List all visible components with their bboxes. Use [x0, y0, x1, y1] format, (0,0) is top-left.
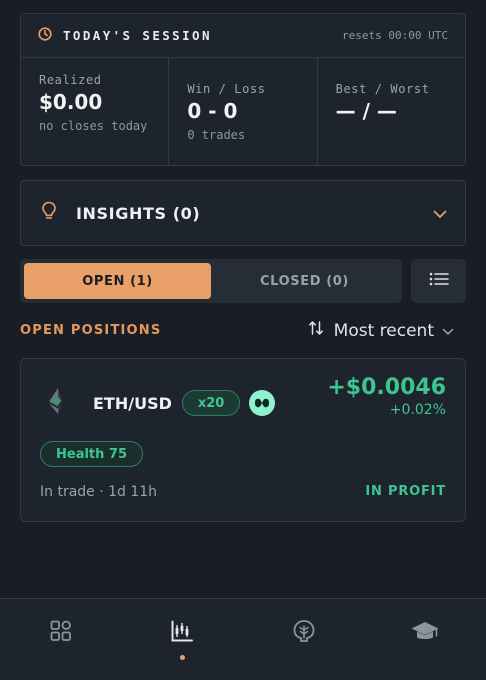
nav-dashboard[interactable]: [0, 599, 122, 680]
position-pnl: +$0.0046: [327, 375, 446, 400]
bestworst-value: — / —: [335, 99, 397, 123]
nav-tree[interactable]: [243, 599, 365, 680]
insights-title: INSIGHTS (0): [76, 203, 201, 223]
nav-active-indicator: [179, 655, 185, 660]
bottom-nav: [0, 598, 486, 680]
tab-closed[interactable]: CLOSED (0): [211, 263, 398, 299]
clock-icon: [38, 26, 52, 45]
realized-value: $0.00: [39, 90, 103, 114]
chart-icon: [170, 619, 194, 647]
trade-duration: In trade · 1d 11h: [40, 484, 158, 500]
position-status: IN PROFIT: [365, 484, 446, 499]
position-tabs: OPEN (1) CLOSED (0): [20, 259, 402, 303]
nav-learn[interactable]: [365, 599, 486, 680]
graduation-cap-icon: [410, 619, 440, 647]
realized-stat: Realized $0.00 no closes today: [21, 58, 170, 166]
tab-open[interactable]: OPEN (1): [24, 263, 211, 299]
list-view-button[interactable]: [411, 259, 466, 303]
nav-positions[interactable]: [122, 599, 244, 680]
eth-icon: [40, 385, 72, 421]
bestworst-stat: Best / Worst — / —: [318, 58, 465, 166]
session-title: TODAY'S SESSION: [63, 28, 212, 43]
session-resets: resets 00:00 UTC: [342, 29, 448, 42]
insights-panel[interactable]: INSIGHTS (0): [20, 180, 466, 246]
session-card: TODAY'S SESSION resets 00:00 UTC Realize…: [20, 13, 466, 166]
winloss-sub: 0 trades: [187, 128, 246, 142]
winloss-value: 0 - 0: [187, 99, 238, 123]
bestworst-label: Best / Worst: [335, 82, 430, 96]
winloss-label: Win / Loss: [187, 82, 266, 96]
sort-chevron-icon: [442, 321, 454, 341]
sort-icon: [308, 320, 324, 341]
chevron-down-icon[interactable]: [433, 204, 447, 223]
realized-sub: no closes today: [39, 119, 148, 133]
leverage-badge: x20: [181, 390, 241, 416]
list-icon: [429, 271, 449, 291]
lightbulb-icon: [41, 201, 57, 225]
health-badge: Health 75: [40, 441, 144, 467]
realized-label: Realized: [39, 73, 102, 87]
position-pair: ETH/USD: [93, 393, 172, 413]
venue-logo-icon: [249, 390, 276, 416]
tree-icon: [292, 619, 316, 647]
dashboard-icon: [49, 619, 73, 647]
sort-dropdown[interactable]: Most recent: [308, 320, 454, 341]
position-card[interactable]: ETH/USD x20 +$0.0046 +0.02% Health 75 In…: [20, 358, 466, 522]
position-pnl-pct: +0.02%: [389, 402, 446, 418]
sort-label: Most recent: [333, 320, 434, 341]
open-positions-title: OPEN POSITIONS: [20, 323, 162, 338]
winloss-stat: Win / Loss 0 - 0 0 trades: [169, 58, 318, 166]
session-header: TODAY'S SESSION resets 00:00 UTC: [21, 14, 465, 58]
